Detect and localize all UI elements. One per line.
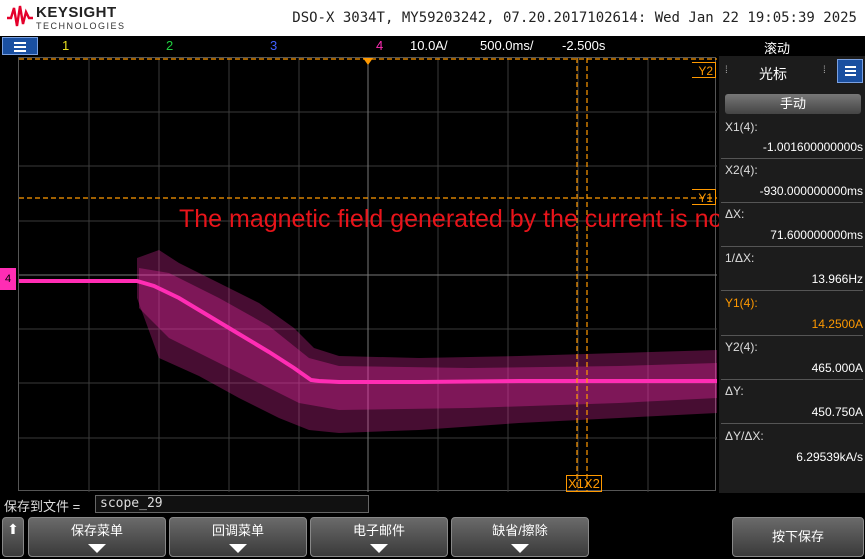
device-info: DSO-X 3034T, MY59203242, 07.20.201710261… xyxy=(292,10,857,26)
inv-dx-value: 13.966Hz xyxy=(811,272,863,286)
title-bar: KEYSIGHT TECHNOLOGIES DSO-X 3034T, MY592… xyxy=(0,0,865,36)
y2-label: Y2(4): xyxy=(725,340,758,354)
channel-bar: 1 2 3 4 10.0A/ 500.0ms/ -2.500s 滚动 xyxy=(0,36,865,56)
recall-menu-button[interactable]: 回调菜单 xyxy=(169,517,307,557)
inv-dx-label: 1/ΔX: xyxy=(725,251,755,265)
back-up-icon[interactable]: ⬆ xyxy=(2,517,24,557)
cursor-y2-marker: Y2 xyxy=(692,62,716,78)
dydx-value: 6.29539kA/s xyxy=(796,450,863,464)
channel-3-indicator[interactable]: 3 xyxy=(270,38,277,53)
filename-field[interactable]: scope_29 xyxy=(95,495,369,513)
y1-label: Y1(4): xyxy=(725,296,758,310)
dydx-label: ΔY/ΔX: xyxy=(725,429,764,443)
cursor-panel: ⁞ 光标 ⁞ 手动 X1(4): -1.001600000000s X2(4):… xyxy=(719,56,865,493)
softkey-bar: 保存到文件 = scope_29 ⬆ 保存菜单 回调菜单 电子邮件 缺省/擦除 … xyxy=(0,493,865,559)
save-to-file-label: 保存到文件 = xyxy=(4,499,81,514)
trigger-mode: 滚动 xyxy=(764,41,791,56)
cursor-x-markers: X1X2 xyxy=(566,475,602,492)
dy-label: ΔY: xyxy=(725,384,744,398)
horizontal-delay: -2.500s xyxy=(562,38,606,53)
default-erase-button[interactable]: 缺省/擦除 xyxy=(451,517,589,557)
channel-1-indicator[interactable]: 1 xyxy=(62,38,69,53)
vertical-scale: 10.0A/ xyxy=(410,38,448,53)
x2-label: X2(4): xyxy=(725,163,758,177)
press-to-save-button[interactable]: 按下保存 xyxy=(732,517,864,557)
cursor-mode-button[interactable]: 手动 xyxy=(725,94,861,114)
x1-value: -1.001600000000s xyxy=(762,140,863,154)
dx-value: 71.600000000ms xyxy=(770,228,863,242)
y1-value: 14.2500A xyxy=(811,317,863,331)
x1-label: X1(4): xyxy=(725,120,758,134)
panel-menu-icon[interactable] xyxy=(837,59,863,83)
y2-value: 465.000A xyxy=(811,361,863,375)
channel-2-indicator[interactable]: 2 xyxy=(166,38,173,53)
waveform-graticule xyxy=(19,58,717,492)
dx-label: ΔX: xyxy=(725,207,745,221)
trigger-position-marker xyxy=(363,58,373,65)
x2-value: -930.000000000ms xyxy=(759,184,863,198)
timebase: 500.0ms/ xyxy=(480,38,534,53)
keysight-logo-icon xyxy=(7,5,33,27)
save-menu-button[interactable]: 保存菜单 xyxy=(28,517,166,557)
email-button[interactable]: 电子邮件 xyxy=(310,517,448,557)
brand-subtitle: TECHNOLOGIES xyxy=(36,21,126,31)
channel-4-indicator[interactable]: 4 xyxy=(376,38,383,53)
panel-menu-drag-icon[interactable]: ⁞ xyxy=(823,65,826,76)
panel-drag-handle-icon[interactable]: ⁞ xyxy=(725,65,728,76)
dy-value: 450.750A xyxy=(811,405,863,419)
channel-4-ground-marker: 4 xyxy=(0,268,16,290)
menu-icon[interactable] xyxy=(2,37,38,55)
waveform-display[interactable] xyxy=(18,57,717,492)
brand-name: KEYSIGHT xyxy=(36,4,117,21)
cursor-panel-title: 光标 xyxy=(759,66,787,82)
